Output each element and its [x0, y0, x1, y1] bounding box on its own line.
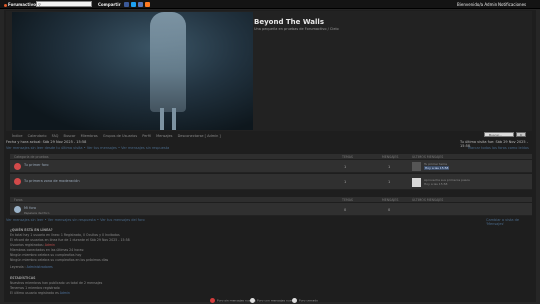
last-post-avatar[interactable]	[412, 162, 421, 171]
col-posts: MENSAJES	[382, 154, 399, 159]
welcome-user-link[interactable]: Bienvenido/a Admin	[457, 2, 497, 7]
forum-title[interactable]: Mi foro	[24, 206, 36, 210]
nav-item-messages[interactable]: Mensajes	[156, 134, 172, 138]
forum-no-new-icon	[210, 298, 215, 303]
header-banner: Beyond The Walls Una pequeña en pruebas …	[6, 11, 532, 131]
category-title[interactable]: Categoría de pruebas	[14, 155, 48, 159]
nav-item-members[interactable]: Miembros	[81, 134, 98, 138]
search-icon: ⚲	[38, 2, 41, 7]
col-topics: TEMAS	[342, 154, 353, 159]
bottom-quick-links[interactable]: Ver mensajes sin leer • Ver mensajes sin…	[6, 218, 145, 222]
forum-new-icon	[250, 298, 255, 303]
nav-item-groups[interactable]: Grupos de Usuarios	[103, 134, 137, 138]
legend-new: Foro con mensajes nuevos	[250, 298, 297, 304]
facebook-icon[interactable]	[124, 2, 129, 7]
last-post-avatar[interactable]	[412, 178, 421, 187]
forum-row[interactable]: Mi foro Papelera del foro 0 0	[10, 203, 532, 216]
user-link-admin[interactable]: Admin	[45, 243, 55, 247]
banner-image	[12, 12, 253, 130]
forum-topic-count: 1	[344, 180, 347, 184]
rss-icon[interactable]	[145, 2, 150, 7]
newest-user-link[interactable]: Admin	[60, 291, 70, 295]
col-posts: MENSAJES	[382, 197, 399, 202]
switch-view-link[interactable]: Cambiar a vista de 'Mensajes'	[486, 218, 536, 226]
site-title[interactable]: Beyond The Walls	[254, 18, 324, 26]
banner-figure-leg	[160, 108, 164, 130]
nav-item-logout[interactable]: Desconectarse [ Admin ]	[178, 134, 221, 138]
forum-search: Buscar... Ir	[484, 132, 526, 137]
top-toolbar: Forumactivo ⚲ Compartir Bienvenido/a Adm…	[0, 0, 540, 9]
legend-locked: Foro cerrado	[292, 298, 318, 304]
forum-status-icon	[14, 206, 21, 213]
forum-locked-icon	[292, 298, 297, 303]
forum-title[interactable]: Tu primera zona de moderación	[24, 179, 80, 183]
toolbar-search-input[interactable]: ⚲	[36, 1, 92, 7]
nav-item-profile[interactable]: Perfil	[142, 134, 151, 138]
forum-title[interactable]: Tu primer foro	[24, 163, 49, 167]
forum-status-icon	[14, 163, 21, 170]
share-button[interactable]: Compartir	[98, 2, 121, 7]
forum-description: Papelera del foro	[24, 211, 50, 215]
forum-search-button[interactable]: Ir	[516, 132, 526, 137]
nav-item-calendar[interactable]: Calendario	[28, 134, 47, 138]
last-post-date[interactable]: Hoy a las 15:58	[424, 182, 447, 186]
category-title[interactable]: Foros	[14, 198, 23, 202]
mark-all-read-link[interactable]: Marcar todos los foros como leídos	[468, 146, 529, 150]
last-post-info: Tu primer tema Hoy a las 15:58	[424, 162, 450, 170]
last-post-date[interactable]: Hoy a las 15:58	[424, 166, 450, 170]
who-is-online: ¿QUIÉN ESTÁ EN LÍNEA? En total hay 1 usu…	[10, 228, 130, 270]
share-icon[interactable]	[138, 2, 143, 7]
banner-figure-leg	[172, 108, 176, 130]
last-post-info: Aprovecha sus primeros pasos Hoy a las 1…	[424, 178, 470, 186]
main-navigation: Índice Calendario FAQ Buscar Miembros Gr…	[12, 134, 252, 138]
forum-post-count: 0	[388, 208, 391, 212]
category-header: Foros TEMAS MENSAJES ÚLTIMOS MENSAJES	[10, 197, 532, 202]
forum-topic-count: 0	[344, 208, 347, 212]
legend-no-new: Foro sin mensajes nuevos	[210, 298, 256, 304]
col-last-posts: ÚLTIMOS MENSAJES	[412, 154, 444, 159]
nav-item-faq[interactable]: FAQ	[52, 134, 59, 138]
col-topics: TEMAS	[342, 197, 353, 202]
category-header: Categoría de pruebas TEMAS MENSAJES ÚLTI…	[10, 154, 532, 159]
statistics: ESTADÍSTICAS Nuestros miembros han publi…	[10, 276, 102, 296]
forum-post-count: 1	[388, 180, 391, 184]
col-last-posts: ÚLTIMOS MENSAJES	[412, 197, 444, 202]
legend-line: Leyenda : Administradores	[10, 265, 53, 269]
forum-topic-count: 1	[344, 165, 347, 169]
forum-status-icon	[14, 178, 21, 185]
current-date: Fecha y hora actual: Sáb 29 Nov 2025 - 1…	[6, 140, 87, 144]
forum-search-input[interactable]: Buscar...	[484, 132, 514, 137]
forum-post-count: 1	[388, 165, 391, 169]
birthday-upcoming: Ningún miembro celebra su cumpleaños en …	[10, 258, 109, 262]
forum-row[interactable]: Tu primer foro 1 1 Tu primer tema Hoy a …	[10, 160, 532, 173]
quick-links[interactable]: Ver mensajes sin leer desde tu última vi…	[6, 146, 169, 150]
notifications-link[interactable]: Notificaciones	[498, 2, 526, 7]
nav-item-search[interactable]: Buscar	[64, 134, 76, 138]
nav-item-index[interactable]: Índice	[12, 134, 23, 138]
banner-figure	[150, 12, 186, 112]
site-subtitle: Una pequeña en pruebas de Forumactivo / …	[254, 27, 339, 31]
twitter-icon[interactable]	[131, 2, 136, 7]
forum-row[interactable]: Tu primera zona de moderación 1 1 Aprove…	[10, 174, 532, 190]
forumactivo-logo[interactable]: Forumactivo	[4, 2, 36, 7]
legend-administrators-link[interactable]: Administradores	[27, 265, 53, 269]
page-body: Beyond The Walls Una pequeña en pruebas …	[4, 10, 536, 302]
stat-newest: El último usuario registrado es Admin	[10, 291, 70, 295]
